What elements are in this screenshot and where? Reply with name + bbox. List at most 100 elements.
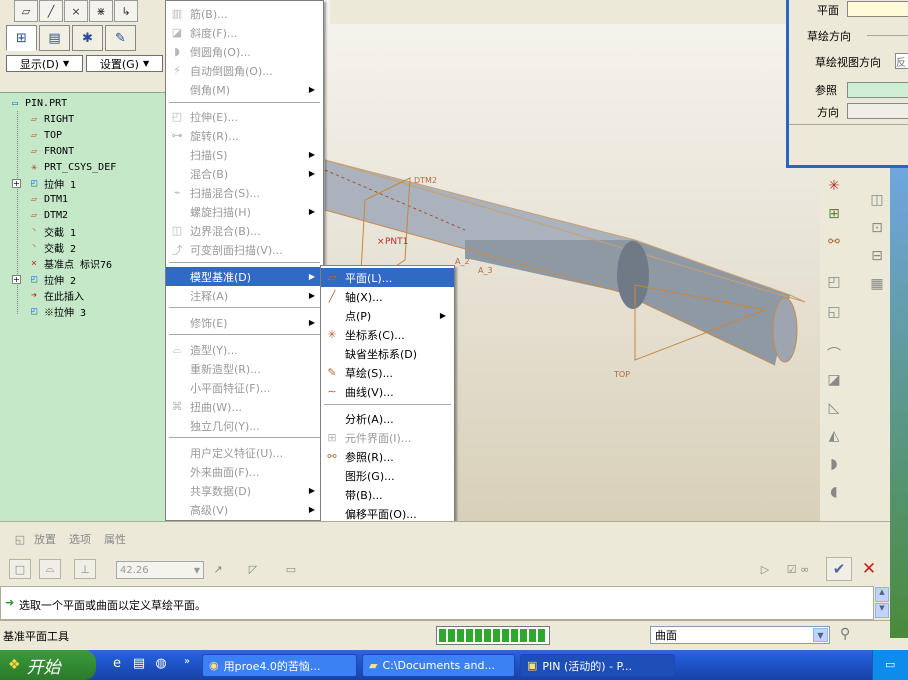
remove-material-icon[interactable]: ◸ [242,559,264,579]
regen-status-icon[interactable]: ⚲ [840,626,850,642]
tree-item[interactable]: ▱ DTM2 [27,208,68,223]
depth-option-button[interactable]: ⊥ [74,559,96,579]
selection-filter-dropdown[interactable]: 曲面 ▼ [650,626,830,644]
taskbar-button[interactable]: ◉ 用proe4.0的苦恼... [202,654,357,677]
keyboard-tray-icon[interactable]: ▭ [885,658,895,671]
datum-point-display-icon[interactable]: × [64,0,88,22]
tree-item[interactable]: ◰ 拉伸 1 [27,176,76,191]
tab-placement[interactable]: 放置 [34,531,56,547]
preview-toggle-icon[interactable]: ☑ ∞ [778,559,818,579]
plane-field[interactable] [847,1,908,17]
menu-item[interactable]: 扫描(S) ▶ [166,145,323,164]
menu-item[interactable]: 小平面特征(F)... [166,378,323,397]
menu-item[interactable]: ⚡ 自动倒圆角(O)... [166,61,323,80]
solid-button[interactable]: □ [9,559,31,579]
datum-plane-display-icon[interactable]: ▱ [14,0,38,22]
round-tool-icon[interactable]: ⌒ [823,344,845,364]
menu-item[interactable]: 混合(B) ▶ [166,164,323,183]
menu-item[interactable]: 高级(V) ▶ [166,500,323,519]
tree-item[interactable]: ◝ 交截 2 [27,240,76,255]
scroll-up-icon[interactable]: ▲ [875,587,889,602]
pattern-tool-icon[interactable]: ▦ [866,276,888,296]
tree-item[interactable]: × 基准点 标识76 [27,256,112,271]
curve-tool-icon[interactable]: ⚯ [823,234,845,254]
ie-quicklaunch-icon[interactable]: e [108,656,126,674]
menu-item[interactable]: 点(P) ▶ [321,306,454,325]
start-button[interactable]: ❖ 开始 [0,650,96,680]
menu-item[interactable]: ⊞ 元件界面(I)... [321,428,454,447]
chevron-double-right-icon[interactable]: » [178,656,196,674]
csys-display-icon[interactable]: ⋇ [89,0,113,22]
flip-direction-icon[interactable]: ↗ [207,559,229,579]
tab-properties[interactable]: 属性 [104,531,126,547]
menu-item[interactable]: ⤴ 可变剖面扫描(V)... [166,240,323,259]
cancel-button[interactable]: ✕ [856,557,882,581]
menu-item[interactable]: ◰ 拉伸(E)... [166,107,323,126]
menu-item[interactable]: ◪ 斜度(F)... [166,23,323,42]
menu-item[interactable]: ⌁ 扫描混合(S)... [166,183,323,202]
menu-item[interactable]: ⌘ 扭曲(W)... [166,397,323,416]
rib-tool-icon[interactable]: ⊟ [866,248,888,268]
direction-dropdown[interactable] [847,103,908,119]
menu-item[interactable]: 螺旋扫描(H) ▶ [166,202,323,221]
depth-value-input[interactable]: 42.26 ▼ [116,561,204,579]
revolve-tool-icon[interactable]: ◱ [823,304,845,324]
menu-item[interactable]: ⊶ 旋转(R)... [166,126,323,145]
show-desktop-icon[interactable]: ▤ [130,656,148,674]
chamfer-tool-icon[interactable]: ◺ [823,400,845,420]
tree-item[interactable]: ◝ 交截 1 [27,224,76,239]
hole-tool-icon[interactable]: ◫ [866,192,888,212]
sketch-tool-icon[interactable]: ⊞ [823,206,845,226]
menu-item[interactable]: ◗ 倒圆角(O)... [166,42,323,61]
tree-item[interactable]: ▱ FRONT [27,144,74,159]
scroll-down-icon[interactable]: ▼ [875,603,889,618]
draft-tool-icon[interactable]: ◪ [823,372,845,392]
taskbar-button[interactable]: ▰ C:\Documents and... [362,654,515,677]
datum-axis-display-icon[interactable]: ╱ [39,0,63,22]
tree-item[interactable]: ◰ 拉伸 2 [27,272,76,287]
tab-options[interactable]: 选项 [69,531,91,547]
menu-item[interactable]: ▥ 筋(B)... [166,4,323,23]
menu-item[interactable]: 带(B)... [321,485,454,504]
menu-item[interactable]: ∼ 曲线(V)... [321,382,454,401]
surface-button[interactable]: ⌓ [39,559,61,579]
menu-item[interactable]: 注释(A) ▶ [166,286,323,305]
sketch-view-direction-button[interactable]: 反 [895,53,908,69]
menu-item[interactable]: 倒角(M) ▶ [166,80,323,99]
accept-button[interactable]: ✔ [826,557,852,581]
tree-item[interactable]: ◰ ※拉伸 3 [27,304,86,319]
menu-item[interactable]: 修饰(E) ▶ [166,313,323,332]
message-scrollbar[interactable]: ▲ ▼ [874,586,890,620]
extrude-tool-icon[interactable]: ◰ [823,274,845,294]
menu-item[interactable]: 外来曲面(F)... [166,462,323,481]
menu-item[interactable]: ▱ 平面(L)... [321,268,454,287]
tree-item[interactable]: ➔ 在此插入 [27,288,84,303]
taskbar-button[interactable]: ▣ PIN (活动的) - P... [520,654,675,677]
menu-item[interactable]: ╱ 轴(X)... [321,287,454,306]
menu-item[interactable]: 缺省坐标系(D) [321,344,454,363]
reference-field[interactable] [847,82,908,98]
expand-icon[interactable]: + [12,275,21,284]
layers-tab[interactable]: ▤ [39,25,70,51]
menu-item[interactable]: 模型基准(D) ▶ [166,267,323,286]
menu-item[interactable]: 分析(A)... [321,409,454,428]
pause-icon[interactable]: ▷ [754,559,776,579]
merge-tool-icon[interactable]: ◗ [823,456,845,476]
datum-point-tool-icon[interactable]: ✳ [823,178,845,198]
trim-tool-icon[interactable]: ◖ [823,484,845,504]
menu-item[interactable]: ✎ 草绘(S)... [321,363,454,382]
explorer-quicklaunch-icon[interactable]: ◍ [152,656,170,674]
spin-center-icon[interactable]: ↳ [114,0,138,22]
menu-item[interactable]: ◫ 边界混合(B)... [166,221,323,240]
tree-item[interactable]: ▭ PIN.PRT [8,96,67,111]
favorites-tab[interactable]: ✱ [72,25,103,51]
menu-item[interactable]: 用户定义特征(U)... [166,443,323,462]
menu-item[interactable]: 重新造型(R)... [166,359,323,378]
tree-item[interactable]: ▱ RIGHT [27,112,74,127]
thicken-icon[interactable]: ▭ [280,559,302,579]
show-dropdown[interactable]: 显示(D) ▼ [6,55,83,72]
tree-item[interactable]: ▱ TOP [27,128,62,143]
settings-dropdown[interactable]: 设置(G) ▼ [86,55,163,72]
browser-tab[interactable]: ✎ [105,25,136,51]
menu-item[interactable]: ⚯ 参照(R)... [321,447,454,466]
